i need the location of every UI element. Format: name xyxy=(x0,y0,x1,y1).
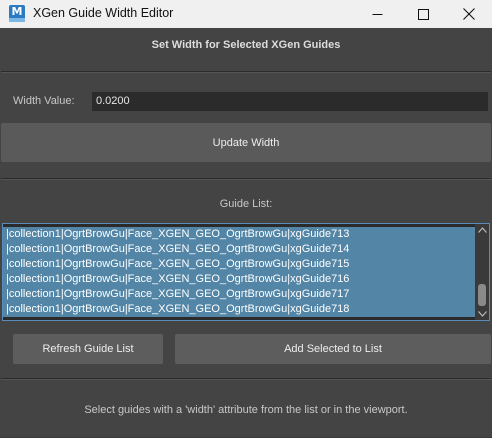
guide-list-items: |collection1|OgrtBrowGu|Face_XGEN_GEO_Og… xyxy=(3,224,475,320)
list-item[interactable]: |collection1|OgrtBrowGu|Face_XGEN_GEO_Og… xyxy=(3,272,475,287)
maximize-icon xyxy=(417,8,429,20)
list-item[interactable]: |collection1|OgrtBrowGu|Face_XGEN_GEO_Og… xyxy=(3,257,475,272)
maximize-button[interactable] xyxy=(400,0,446,28)
update-width-button[interactable]: Update Width xyxy=(1,123,491,162)
add-selected-to-list-button[interactable]: Add Selected to List xyxy=(175,334,491,364)
minimize-button[interactable] xyxy=(354,0,400,28)
title-bar[interactable]: M XGen Guide Width Editor xyxy=(0,0,492,28)
list-item[interactable]: |collection1|OgrtBrowGu|Face_XGEN_GEO_Og… xyxy=(3,242,475,257)
scroll-down-button[interactable] xyxy=(475,308,489,320)
scroll-thumb[interactable] xyxy=(478,284,486,306)
update-width-label: Update Width xyxy=(212,136,280,149)
panel-heading: Set Width for Selected XGen Guides xyxy=(151,39,341,51)
app-icon-letter: M xyxy=(11,5,23,18)
chevron-down-icon xyxy=(477,311,487,317)
list-item[interactable]: |collection1|OgrtBrowGu|Face_XGEN_GEO_Og… xyxy=(3,227,475,242)
xgen-guide-width-editor-window: M XGen Guide Width Editor Set Width for … xyxy=(0,0,492,438)
footer-divider xyxy=(1,378,491,380)
guide-list-scrollbar[interactable] xyxy=(475,224,489,320)
guide-list[interactable]: |collection1|OgrtBrowGu|Face_XGEN_GEO_Og… xyxy=(2,223,490,321)
footer-hint: Select guides with a 'width' attribute f… xyxy=(84,404,408,416)
width-value-field[interactable] xyxy=(92,92,488,111)
maya-app-icon: M xyxy=(9,5,25,22)
update-divider xyxy=(1,178,491,180)
guide-list-label: Guide List: xyxy=(219,198,273,210)
add-selected-to-list-label: Add Selected to List xyxy=(284,343,382,355)
list-item[interactable]: |collection1|OgrtBrowGu|Face_XGEN_GEO_Og… xyxy=(3,287,475,302)
width-value-label: Width Value: xyxy=(13,95,75,107)
header-divider xyxy=(1,71,491,73)
refresh-guide-list-label: Refresh Guide List xyxy=(42,343,134,355)
refresh-guide-list-button[interactable]: Refresh Guide List xyxy=(13,334,163,364)
close-button[interactable] xyxy=(446,0,492,28)
minimize-icon xyxy=(372,13,382,15)
close-icon xyxy=(463,8,475,20)
list-item[interactable]: |collection1|OgrtBrowGu|Face_XGEN_GEO_Og… xyxy=(3,302,475,317)
app-icon-band xyxy=(9,18,25,22)
scroll-up-button[interactable] xyxy=(475,224,489,236)
chevron-up-icon xyxy=(477,227,487,233)
window-title: XGen Guide Width Editor xyxy=(33,6,174,20)
editor-content: Set Width for Selected XGen Guides Width… xyxy=(1,28,491,437)
